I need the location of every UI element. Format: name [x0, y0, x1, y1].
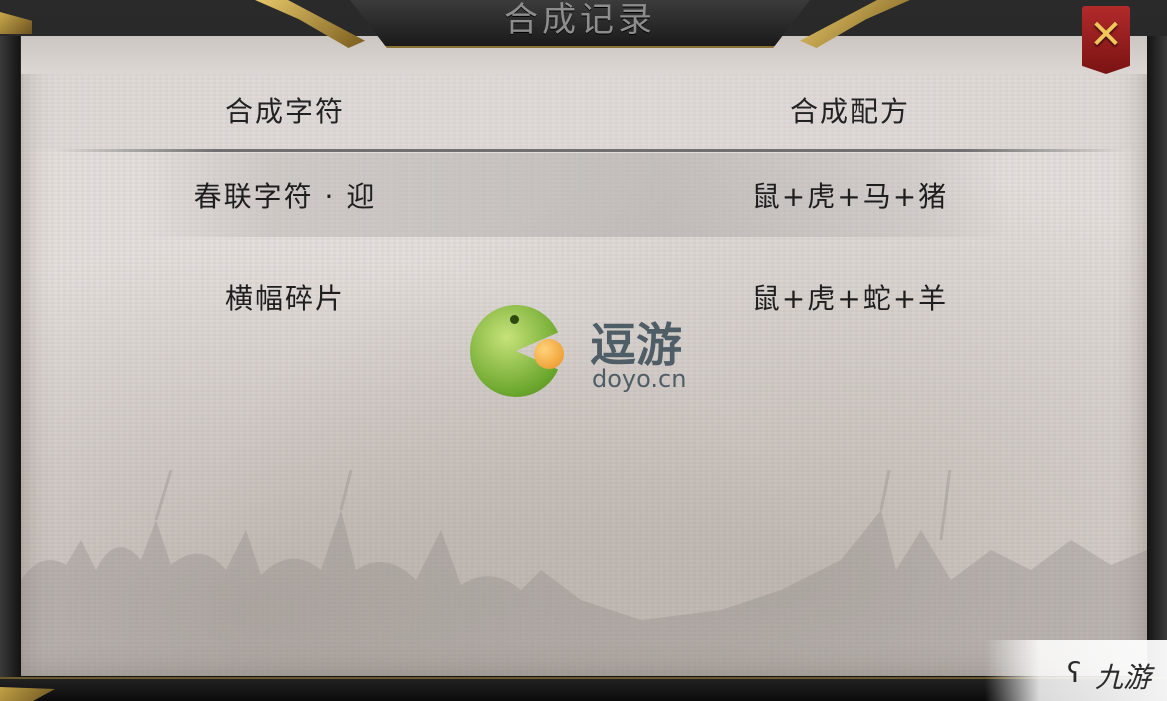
row-2-rune: 横幅碎片 [224, 282, 345, 315]
battle-silhouette-background [21, 470, 1147, 676]
frame-left-border [0, 36, 20, 683]
row-1-recipe: 鼠+虎+马+猪 [751, 180, 949, 213]
watermark-domain-text: doyo.cn [592, 365, 687, 393]
close-button[interactable]: ✕ [1082, 6, 1130, 74]
column-header-recipe: 合成配方 [789, 95, 910, 128]
row-2-recipe: 鼠+虎+蛇+羊 [751, 282, 949, 315]
jiuyou-corner-watermark: ʕ 九游 [985, 640, 1167, 701]
logo-eye [510, 315, 519, 324]
row-1-rune: 春联字符 · 迎 [193, 180, 377, 213]
doyo-watermark: 逗游 doyo.cn [470, 305, 710, 397]
column-header-rune: 合成字符 [224, 95, 345, 128]
window-title: 合成记录 [504, 0, 656, 40]
header-divider [55, 149, 1125, 152]
frame-right-border [1147, 36, 1167, 683]
logo-dot-icon [534, 339, 564, 369]
close-icon: ✕ [1089, 12, 1123, 58]
corner-watermark-text: 九游 [1095, 661, 1152, 694]
swirl-icon: ʕ [1067, 656, 1082, 689]
